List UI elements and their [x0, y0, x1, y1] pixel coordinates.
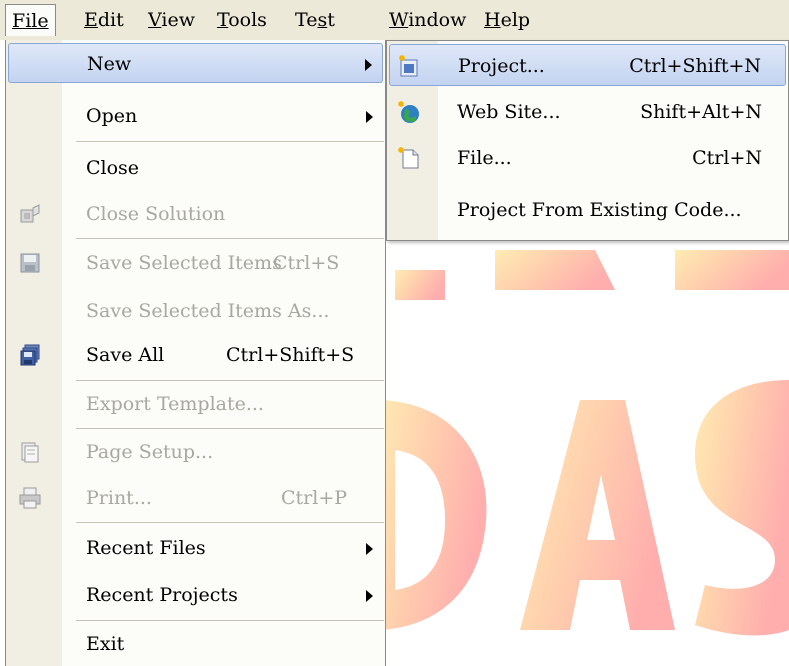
menu-test[interactable]: Test — [288, 4, 342, 36]
watermark-logo — [375, 250, 789, 636]
file-menu-open-label: Open — [86, 105, 138, 127]
menu-separator — [76, 141, 384, 142]
new-submenu-project[interactable]: Project... Ctrl+Shift+N — [389, 44, 786, 86]
file-menu-close[interactable]: Close — [8, 148, 383, 188]
file-menu: New Open Close Close Solution Save Selec… — [5, 40, 386, 666]
file-menu-print-label: Print... — [86, 487, 152, 509]
file-menu-page-setup-label: Page Setup... — [86, 441, 214, 463]
submenu-arrow-icon — [365, 59, 372, 71]
file-menu-print-shortcut: Ctrl+P — [281, 487, 348, 509]
menu-separator — [76, 380, 384, 381]
menu-separator — [76, 620, 384, 621]
menu-edit-label: Edit — [84, 9, 124, 31]
file-menu-recent-projects-label: Recent Projects — [86, 584, 238, 606]
new-submenu-file-label: File... — [457, 147, 512, 169]
menu-view[interactable]: View — [141, 4, 202, 36]
submenu-arrow-icon — [366, 590, 373, 602]
menu-help[interactable]: Help — [477, 4, 537, 36]
file-menu-save-selected-items-as[interactable]: Save Selected Items As... — [8, 291, 383, 331]
submenu-arrow-icon — [366, 543, 373, 555]
menu-separator — [76, 428, 384, 429]
new-project-icon — [399, 55, 418, 77]
close-solution-icon — [20, 204, 40, 223]
menu-tools[interactable]: Tools — [210, 4, 274, 36]
menu-tools-label: Tools — [217, 9, 267, 31]
new-submenu-web-site-shortcut: Shift+Alt+N — [640, 101, 762, 123]
floppy-disk-icon — [20, 253, 40, 273]
new-file-icon — [398, 147, 419, 169]
menu-separator — [76, 522, 384, 523]
new-submenu-project-shortcut: Ctrl+Shift+N — [629, 55, 761, 77]
menu-window[interactable]: Window — [382, 4, 473, 36]
save-all-icon — [20, 344, 40, 366]
file-menu-save-selected-items[interactable]: Save Selected Items Ctrl+S — [8, 243, 383, 283]
file-menu-new[interactable]: New — [8, 43, 383, 83]
file-menu-exit[interactable]: Exit — [8, 624, 383, 664]
menu-bar: File Edit View Tools Test Window Help — [0, 0, 789, 40]
menu-separator — [76, 238, 384, 239]
file-menu-recent-files-label: Recent Files — [86, 537, 206, 559]
file-menu-close-solution[interactable]: Close Solution — [8, 194, 383, 234]
new-submenu-project-from-existing-code[interactable]: Project From Existing Code... — [389, 189, 786, 231]
new-submenu-file[interactable]: File... Ctrl+N — [389, 137, 786, 179]
menu-view-label: View — [148, 9, 195, 31]
file-menu-print[interactable]: Print... Ctrl+P — [8, 478, 383, 518]
file-menu-close-solution-label: Close Solution — [86, 203, 226, 225]
file-menu-save-selected-items-as-label: Save Selected Items As... — [86, 300, 330, 322]
new-submenu-project-from-existing-code-label: Project From Existing Code... — [457, 199, 742, 221]
submenu-arrow-icon — [366, 111, 373, 123]
menu-window-label: Window — [389, 9, 467, 31]
menu-file-label: File — [12, 10, 49, 32]
menu-file[interactable]: File — [5, 4, 56, 36]
new-submenu-file-shortcut: Ctrl+N — [692, 147, 762, 169]
file-menu-save-all-label: Save All — [86, 344, 165, 366]
new-submenu-web-site-label: Web Site... — [457, 101, 561, 123]
file-menu-new-label: New — [87, 53, 132, 75]
file-menu-save-all-shortcut: Ctrl+Shift+S — [226, 344, 355, 366]
file-menu-close-label: Close — [86, 157, 140, 179]
menu-help-label: Help — [484, 9, 531, 31]
file-menu-exit-label: Exit — [86, 633, 125, 655]
file-menu-save-selected-items-shortcut: Ctrl+S — [273, 252, 340, 274]
printer-icon — [19, 487, 41, 509]
globe-icon — [398, 101, 419, 123]
file-menu-export-template[interactable]: Export Template... — [8, 384, 383, 424]
new-submenu: Project... Ctrl+Shift+N Web Site... Shif… — [386, 40, 789, 241]
file-menu-save-all[interactable]: Save All Ctrl+Shift+S — [8, 335, 383, 375]
file-menu-page-setup[interactable]: Page Setup... — [8, 432, 383, 472]
menu-edit[interactable]: Edit — [77, 4, 131, 36]
new-submenu-project-label: Project... — [458, 55, 545, 77]
new-submenu-web-site[interactable]: Web Site... Shift+Alt+N — [389, 91, 786, 133]
file-menu-recent-projects[interactable]: Recent Projects — [8, 575, 383, 615]
file-menu-export-template-label: Export Template... — [86, 393, 264, 415]
file-menu-save-selected-items-label: Save Selected Items — [86, 252, 282, 274]
file-menu-recent-files[interactable]: Recent Files — [8, 528, 383, 568]
menu-test-label: Test — [295, 9, 335, 31]
file-menu-open[interactable]: Open — [8, 96, 383, 136]
page-setup-icon — [21, 442, 39, 463]
